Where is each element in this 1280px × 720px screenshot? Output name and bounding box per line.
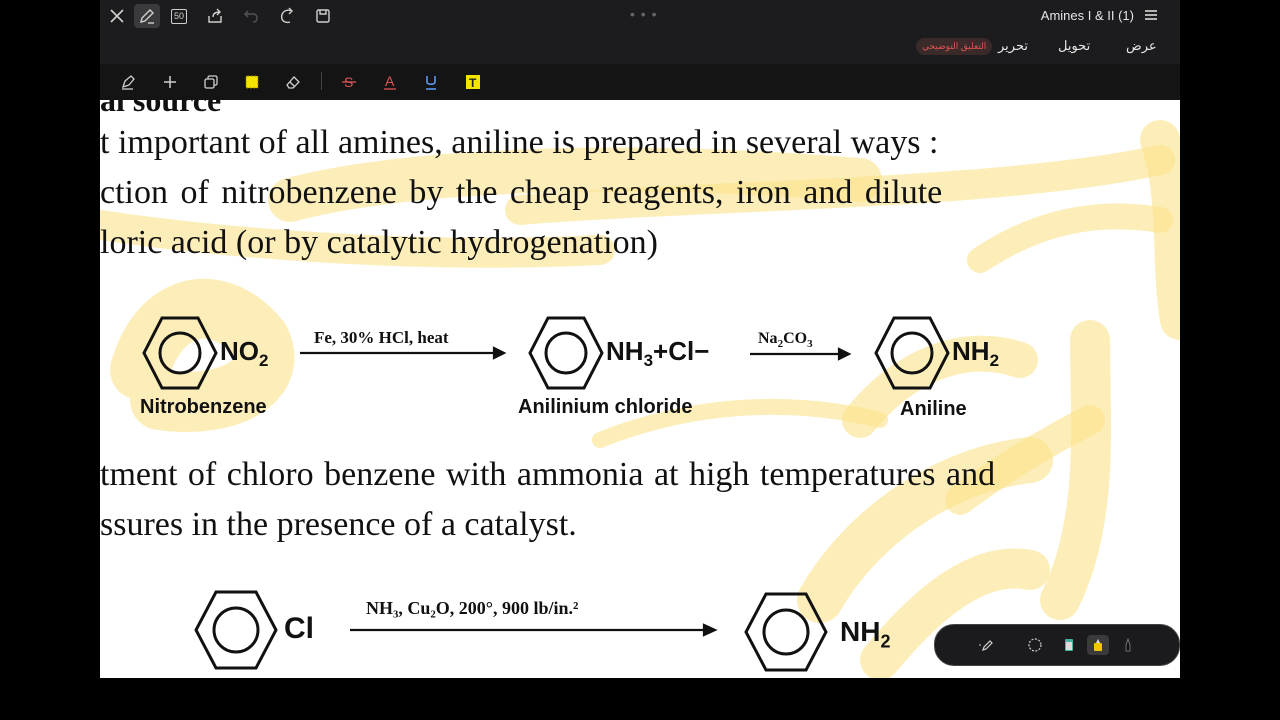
- reaction-arrow-3-head: [702, 623, 718, 637]
- reaction-condition-3: NH₃, Cu₂O, 200°, 900 lb/in.²: [366, 598, 579, 618]
- page-count-button[interactable]: 50: [166, 4, 192, 28]
- pen-dropdown-icon[interactable]: [975, 635, 997, 655]
- yellow-highlighter-icon[interactable]: [1087, 635, 1109, 655]
- benzene-ring-aniline-2-inner: [762, 608, 810, 656]
- redo-icon[interactable]: [274, 4, 300, 28]
- svg-text:A: A: [385, 73, 395, 89]
- add-icon[interactable]: [159, 72, 181, 92]
- document-title: Amines I & II (1): [1040, 8, 1134, 23]
- pen-tool-icon[interactable]: [117, 72, 139, 92]
- menu-icon[interactable]: [1142, 6, 1160, 24]
- tab-annotate[interactable]: التعليق التوضيحي: [916, 38, 993, 55]
- benzene-ring-chlorobenzene: [194, 590, 278, 670]
- shapes-icon[interactable]: [200, 72, 222, 92]
- partial-heading: al source: [100, 100, 222, 118]
- tab-convert[interactable]: تحويل: [1058, 38, 1090, 54]
- anilinium-chloride-label: Anilinium chloride: [518, 396, 693, 418]
- top-bar: 50 • • • Amines I & II (1): [100, 0, 1180, 32]
- pdf-editor-app: 50 • • • Amines I & II (1) عرض تحويل تحر…: [100, 0, 1180, 678]
- share-icon[interactable]: [202, 4, 228, 28]
- mode-tabs: عرض تحويل تحرير التعليق التوضيحي: [100, 32, 1180, 62]
- reaction-condition-1: Fe, 30% HCl, heat: [314, 328, 449, 347]
- reaction-arrow-1-head: [492, 346, 507, 360]
- svg-text:T: T: [469, 76, 477, 90]
- benzene-ring-aniline-2: [744, 592, 828, 672]
- pen-edit-icon[interactable]: [134, 4, 160, 28]
- aniline-label: Aniline: [900, 398, 967, 420]
- page-count-badge: 50: [170, 8, 187, 24]
- chloro-group: Cl: [284, 612, 314, 645]
- nitrobenzene-label: Nitrobenzene: [140, 396, 267, 418]
- reaction-condition-2: Na2CO3: [758, 330, 813, 351]
- text-line-1: t important of all amines, aniline is pr…: [100, 124, 939, 161]
- eraser-icon[interactable]: [282, 72, 304, 92]
- text-line-4: tment of chloro benzene with ammonia at …: [100, 456, 996, 493]
- text-line-3: loric acid (or by catalytic hydrogenatio…: [100, 224, 658, 261]
- green-marker-icon[interactable]: [1058, 635, 1080, 655]
- anilinium-group: NH3+Cl−: [606, 336, 710, 371]
- underline-icon[interactable]: [420, 72, 442, 92]
- tab-view[interactable]: عرض: [1126, 38, 1157, 54]
- text-line-5: ssures in the presence of a catalyst.: [100, 506, 577, 543]
- text-highlight-icon[interactable]: T: [462, 72, 484, 92]
- benzene-ring-aniline-inner: [890, 331, 934, 375]
- benzene-ring-anilinium: [528, 316, 604, 390]
- toolbar-divider: [321, 72, 322, 90]
- tab-edit[interactable]: تحرير: [998, 38, 1028, 54]
- benzene-ring-nitrobenzene: [142, 316, 218, 390]
- drag-handle-icon[interactable]: • • •: [630, 6, 657, 22]
- lasso-icon[interactable]: [1024, 635, 1046, 655]
- black-pen-icon[interactable]: [1117, 635, 1139, 655]
- save-icon[interactable]: [310, 4, 336, 28]
- highlight-area-icon[interactable]: [241, 72, 263, 92]
- benzene-ring-anilinium-inner: [544, 331, 588, 375]
- undo-icon[interactable]: [238, 4, 264, 28]
- benzene-ring-chlorobenzene-inner: [212, 606, 260, 654]
- text-color-icon[interactable]: A: [379, 72, 401, 92]
- nitro-group: NO2: [220, 336, 269, 371]
- pdf-page[interactable]: al source t important of all amines, ani…: [100, 100, 1180, 678]
- text-line-2: ction of nitrobenzene by the cheap reage…: [100, 174, 943, 211]
- benzene-ring-aniline: [874, 316, 950, 390]
- pen-palette: [934, 624, 1180, 666]
- reaction-arrow-2-head: [837, 347, 852, 361]
- benzene-ring-nitrobenzene-inner: [158, 331, 202, 375]
- close-icon[interactable]: [104, 4, 130, 28]
- strikethrough-icon[interactable]: S: [338, 72, 360, 92]
- amino-group: NH2: [952, 336, 1000, 371]
- amino-group-2: NH2: [840, 616, 891, 652]
